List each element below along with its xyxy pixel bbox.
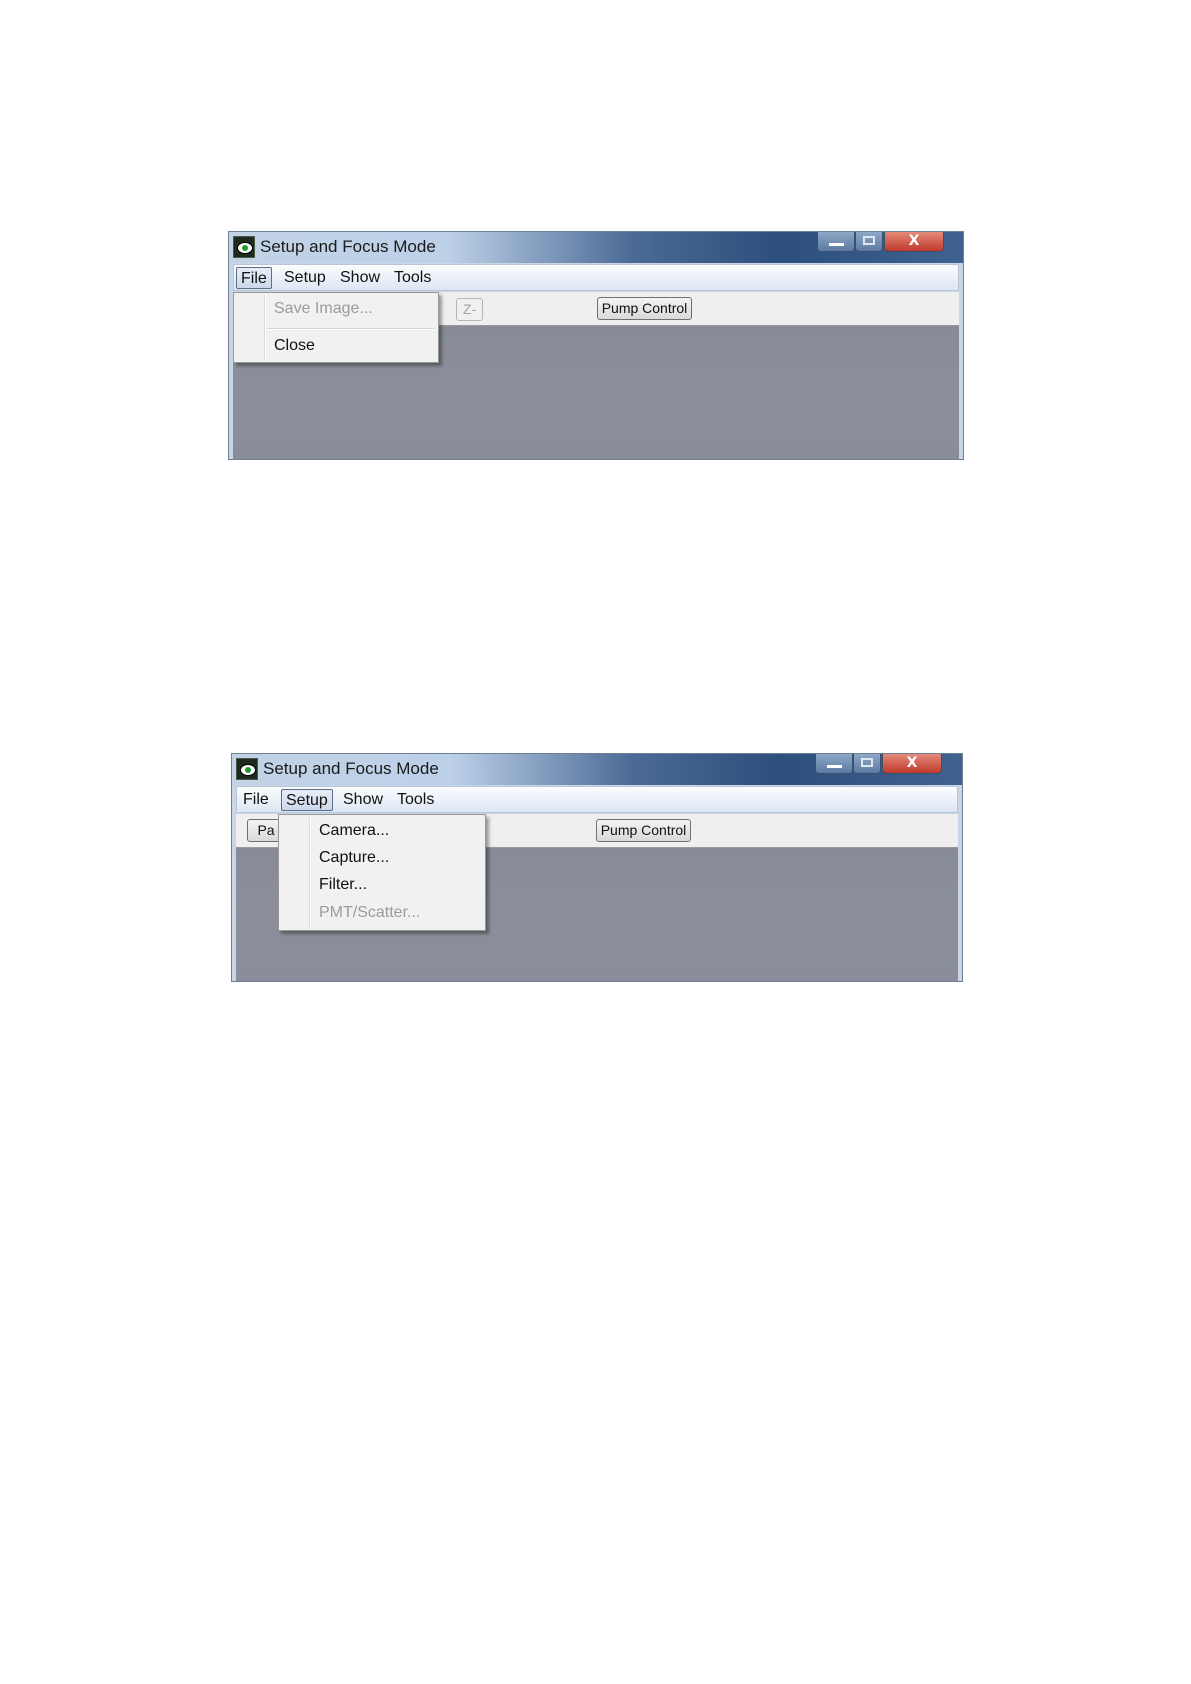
maximize-button[interactable] — [855, 232, 883, 252]
pump-control-button[interactable]: Pump Control — [596, 819, 691, 842]
z-minus-button[interactable]: Z- — [456, 298, 483, 321]
menu-show[interactable]: Show — [339, 789, 387, 811]
close-icon: X — [906, 755, 918, 771]
menu-tools[interactable]: Tools — [390, 267, 435, 289]
menu-show[interactable]: Show — [336, 267, 384, 289]
app-window-file-menu: Setup and Focus Mode X File Setup Show T… — [228, 231, 964, 460]
setup-dropdown-menu: Camera... Capture... Filter... PMT/Scatt… — [278, 814, 486, 931]
menu-item-close[interactable]: Close — [236, 333, 436, 359]
menu-item-camera[interactable]: Camera... — [281, 818, 483, 844]
pump-control-button[interactable]: Pump Control — [597, 297, 692, 320]
menu-item-capture[interactable]: Capture... — [281, 845, 483, 871]
maximize-icon — [863, 236, 875, 245]
file-dropdown-menu: Save Image... Close — [233, 292, 439, 363]
app-window-setup-menu: Setup and Focus Mode X File Setup Show T… — [231, 753, 963, 982]
title-bar[interactable]: Setup and Focus Mode X — [229, 232, 963, 263]
maximize-icon — [861, 758, 873, 767]
menu-file[interactable]: File — [239, 789, 273, 811]
menu-item-pmt-scatter[interactable]: PMT/Scatter... — [281, 900, 483, 926]
minimize-icon — [829, 243, 844, 246]
minimize-button[interactable] — [815, 754, 853, 774]
window-title: Setup and Focus Mode — [260, 237, 436, 256]
eye-icon — [236, 758, 258, 780]
maximize-button[interactable] — [853, 754, 881, 774]
close-button[interactable]: X — [884, 232, 944, 252]
minimize-button[interactable] — [817, 232, 855, 252]
close-button[interactable]: X — [882, 754, 942, 774]
menu-separator — [266, 328, 434, 330]
title-bar[interactable]: Setup and Focus Mode X — [232, 754, 962, 785]
window-title: Setup and Focus Mode — [263, 759, 439, 778]
minimize-icon — [827, 765, 842, 768]
menu-setup[interactable]: Setup — [281, 789, 333, 811]
menu-bar: File Setup Show Tools — [236, 786, 958, 813]
menu-item-filter[interactable]: Filter... — [281, 872, 483, 898]
menu-bar: File Setup Show Tools — [233, 264, 959, 291]
menu-item-save-image[interactable]: Save Image... — [236, 296, 436, 322]
menu-tools[interactable]: Tools — [393, 789, 438, 811]
close-icon: X — [908, 233, 920, 249]
eye-icon — [233, 236, 255, 258]
menu-file[interactable]: File — [236, 267, 272, 289]
menu-setup[interactable]: Setup — [280, 267, 330, 289]
